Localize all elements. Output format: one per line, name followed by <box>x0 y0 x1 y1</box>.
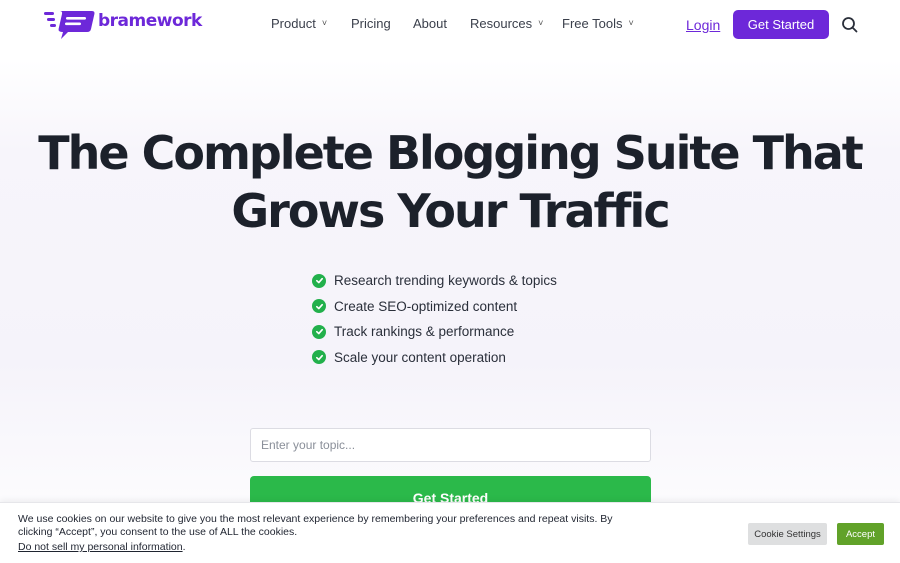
feature-text: Track rankings & performance <box>334 324 515 340</box>
search-button[interactable] <box>840 15 860 35</box>
check-circle-icon <box>312 350 326 365</box>
headline-line-2: Grows Your Traffic <box>231 184 670 238</box>
do-not-sell-link[interactable]: Do not sell my personal information <box>18 541 183 553</box>
cookie-banner: We use cookies on our website to give yo… <box>0 502 900 563</box>
nav-item-label: Resources <box>470 16 533 31</box>
nav-item-about[interactable]: About <box>413 16 447 31</box>
cookie-settings-button[interactable]: Cookie Settings <box>748 523 827 545</box>
feature-text: Create SEO-optimized content <box>334 298 518 314</box>
opt-out-line: Do not sell my personal information. <box>18 541 186 553</box>
nav-item-free-tools[interactable]: Free Tools ˅ <box>562 16 634 31</box>
nav-item-label: About <box>413 16 447 31</box>
check-circle-icon <box>312 299 326 314</box>
nav-item-label: Pricing <box>351 16 391 31</box>
list-item: Create SEO-optimized content <box>312 294 557 320</box>
brand-name: bramework <box>98 11 202 31</box>
headline-line-1: The Complete Blogging Suite That <box>38 126 863 180</box>
nav-item-product[interactable]: Product ˅ <box>271 16 327 31</box>
site-header: bramework Product ˅ Pricing About Resour… <box>0 0 900 50</box>
list-item: Research trending keywords & topics <box>312 268 557 294</box>
check-circle-icon <box>312 324 326 339</box>
chevron-down-icon: ˅ <box>538 17 544 28</box>
logo-icon <box>44 11 95 39</box>
nav-item-pricing[interactable]: Pricing <box>351 16 391 31</box>
list-item: Scale your content operation <box>312 345 557 371</box>
opt-out-suffix: . <box>182 541 186 553</box>
cookie-message: We use cookies on our website to give yo… <box>18 513 613 538</box>
search-icon <box>842 17 858 33</box>
nav-item-label: Product <box>271 16 316 31</box>
login-link[interactable]: Login <box>686 17 720 33</box>
feature-list: Research trending keywords & topics Crea… <box>312 268 557 370</box>
list-item: Track rankings & performance <box>312 319 557 345</box>
accept-cookies-button[interactable]: Accept <box>837 523 884 545</box>
header-get-started-button[interactable]: Get Started <box>733 10 829 39</box>
hero-headline: The Complete Blogging Suite That Grows Y… <box>0 124 900 240</box>
chevron-down-icon: ˅ <box>321 17 328 28</box>
topic-input[interactable] <box>250 428 651 462</box>
check-circle-icon <box>312 273 326 288</box>
feature-text: Scale your content operation <box>334 349 506 365</box>
brand-logo[interactable]: bramework <box>44 9 202 41</box>
nav-item-label: Free Tools <box>562 16 623 31</box>
feature-text: Research trending keywords & topics <box>334 273 557 289</box>
nav-item-resources[interactable]: Resources ˅ <box>470 16 543 31</box>
chevron-down-icon: ˅ <box>628 17 634 28</box>
